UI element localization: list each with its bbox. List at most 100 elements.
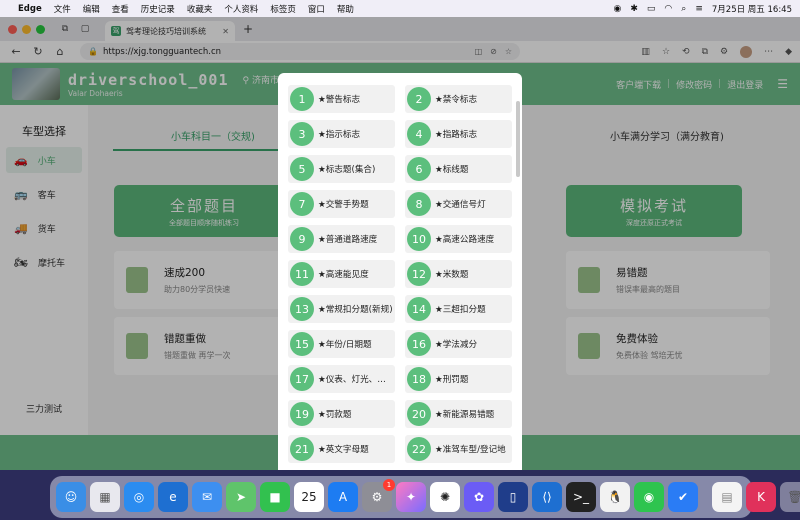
category-label: ★高速公路速度 — [435, 235, 495, 245]
bluetooth-icon[interactable]: ✱ — [630, 4, 638, 14]
category-item[interactable]: 1 ★警告标志 — [288, 85, 395, 113]
browser-window: ⧉ ▢ 驾 驾考理论技巧培训系统 ✕ + ← ↻ ⌂ 🔒 https://xjg… — [0, 17, 800, 470]
category-item[interactable]: 6 ★标线题 — [405, 155, 512, 183]
category-number: 6 — [407, 157, 431, 181]
vscode-icon[interactable]: ⟨⟩ — [532, 482, 562, 512]
category-label: ★新能源易错题 — [435, 410, 495, 420]
category-label: ★交警手势题 — [318, 200, 369, 210]
wechat-icon[interactable]: ◉ — [634, 482, 664, 512]
modal-scrollbar[interactable] — [516, 101, 520, 177]
category-item[interactable]: 22 ★准驾车型/登记地 — [405, 435, 512, 463]
terminal-icon[interactable]: >_ — [566, 482, 596, 512]
category-item[interactable]: 3 ★指示标志 — [288, 120, 395, 148]
qq-icon[interactable]: 🐧 — [600, 482, 630, 512]
copilot-app-icon[interactable]: ✦ — [396, 482, 426, 512]
clock[interactable]: 7月25日 周五 16:45 — [712, 3, 792, 15]
category-item[interactable]: 18 ★刑罚题 — [405, 365, 512, 393]
category-modal: 1 ★警告标志 2 ★禁令标志 3 ★指示标志 4 ★指路标志 5 ★标志题(集合) 6 ★标线题 7 ★… — [278, 73, 522, 470]
category-label: ★三超扣分题 — [435, 305, 486, 315]
category-number: 8 — [407, 192, 431, 216]
red-app-icon[interactable]: K — [746, 482, 776, 512]
menu-help[interactable]: 帮助 — [337, 3, 354, 15]
category-item[interactable]: 15 ★年份/日期题 — [288, 330, 395, 358]
category-item[interactable]: 2 ★禁令标志 — [405, 85, 512, 113]
category-item[interactable]: 17 ★仪表、灯光、… — [288, 365, 395, 393]
category-item[interactable]: 21 ★英文字母题 — [288, 435, 395, 463]
category-number: 21 — [290, 437, 314, 461]
search-icon[interactable]: ⌕ — [681, 4, 686, 14]
category-item[interactable]: 9 ★普通道路速度 — [288, 225, 395, 253]
dock: ☺ ▦ ◎ e ✉ ➤ ■ 25 A ⚙ 1 ✦ ✺ ✿ ▯ ⟨⟩ >_ 🐧 ◉ … — [50, 476, 800, 518]
category-item[interactable]: 12 ★米数题 — [405, 260, 512, 288]
category-item[interactable]: 20 ★新能源易错题 — [405, 400, 512, 428]
category-number: 3 — [290, 122, 314, 146]
category-label: ★交通信号灯 — [435, 200, 486, 210]
category-number: 1 — [290, 87, 314, 111]
category-item[interactable]: 19 ★罚款题 — [288, 400, 395, 428]
category-number: 14 — [407, 297, 431, 321]
category-item[interactable]: 16 ★学法减分 — [405, 330, 512, 358]
category-number: 17 — [290, 367, 314, 391]
category-number: 10 — [407, 227, 431, 251]
menu-profile[interactable]: 个人资料 — [224, 3, 258, 15]
category-label: ★标线题 — [435, 165, 469, 175]
launchpad-icon[interactable]: ▦ — [90, 482, 120, 512]
document-icon[interactable]: ▤ — [712, 482, 742, 512]
category-item[interactable]: 13 ★常规扣分题(新规) — [288, 295, 395, 323]
mail-icon[interactable]: ✉ — [192, 482, 222, 512]
menu-history[interactable]: 历史记录 — [141, 3, 175, 15]
simulator-icon[interactable]: ▯ — [498, 482, 528, 512]
category-number: 15 — [290, 332, 314, 356]
category-label: ★学法减分 — [435, 340, 478, 350]
category-number: 9 — [290, 227, 314, 251]
wifi-icon[interactable]: ◠ — [664, 4, 672, 14]
category-item[interactable]: 4 ★指路标志 — [405, 120, 512, 148]
wechat-status-icon[interactable]: ◉ — [614, 4, 622, 14]
facetime-icon[interactable]: ■ — [260, 482, 290, 512]
category-item[interactable]: 11 ★高速能见度 — [288, 260, 395, 288]
menu-view[interactable]: 查看 — [112, 3, 129, 15]
category-label: ★标志题(集合) — [318, 165, 376, 175]
menu-edit[interactable]: 编辑 — [83, 3, 100, 15]
assistant-app-icon[interactable]: ✿ — [464, 482, 494, 512]
battery-icon[interactable]: ▭ — [647, 4, 656, 14]
category-item[interactable]: 8 ★交通信号灯 — [405, 190, 512, 218]
category-label: ★准驾车型/登记地 — [435, 445, 506, 455]
category-number: 4 — [407, 122, 431, 146]
menu-app-name[interactable]: Edge — [18, 4, 42, 14]
todo-icon[interactable]: ✔ — [668, 482, 698, 512]
category-number: 19 — [290, 402, 314, 426]
category-item[interactable]: 5 ★标志题(集合) — [288, 155, 395, 183]
category-grid: 1 ★警告标志 2 ★禁令标志 3 ★指示标志 4 ★指路标志 5 ★标志题(集合) 6 ★标线题 7 ★… — [278, 73, 522, 463]
category-number: 12 — [407, 262, 431, 286]
finder-icon[interactable]: ☺ — [56, 482, 86, 512]
category-number: 7 — [290, 192, 314, 216]
category-label: ★年份/日期题 — [318, 340, 372, 350]
category-item[interactable]: 7 ★交警手势题 — [288, 190, 395, 218]
category-label: ★罚款题 — [318, 410, 352, 420]
chatgpt-icon[interactable]: ✺ — [430, 482, 460, 512]
category-label: ★普通道路速度 — [318, 235, 378, 245]
edge-icon[interactable]: e — [158, 482, 188, 512]
category-label: ★常规扣分题(新规) — [318, 305, 393, 315]
app-store-icon[interactable]: A — [328, 482, 358, 512]
control-center-icon[interactable]: ≡ — [695, 4, 703, 14]
category-number: 20 — [407, 402, 431, 426]
menu-favorites[interactable]: 收藏夹 — [187, 3, 213, 15]
menu-window[interactable]: 窗口 — [308, 3, 325, 15]
settings-icon[interactable]: ⚙ 1 — [362, 479, 395, 512]
category-item[interactable]: 10 ★高速公路速度 — [405, 225, 512, 253]
category-label: ★警告标志 — [318, 95, 361, 105]
category-number: 2 — [407, 87, 431, 111]
menu-tabs[interactable]: 标签页 — [270, 3, 296, 15]
trash-icon[interactable]: 🗑 — [780, 482, 800, 512]
category-item[interactable]: 14 ★三超扣分题 — [405, 295, 512, 323]
category-label: ★禁令标志 — [435, 95, 478, 105]
calendar-icon[interactable]: 25 — [294, 482, 324, 512]
menu-file[interactable]: 文件 — [54, 3, 71, 15]
safari-icon[interactable]: ◎ — [124, 482, 154, 512]
menu-bar: Edge 文件 编辑 查看 历史记录 收藏夹 个人资料 标签页 窗口 帮助 ◉ … — [0, 0, 800, 17]
category-label: ★指路标志 — [435, 130, 478, 140]
category-label: ★英文字母题 — [318, 445, 369, 455]
maps-icon[interactable]: ➤ — [226, 482, 256, 512]
